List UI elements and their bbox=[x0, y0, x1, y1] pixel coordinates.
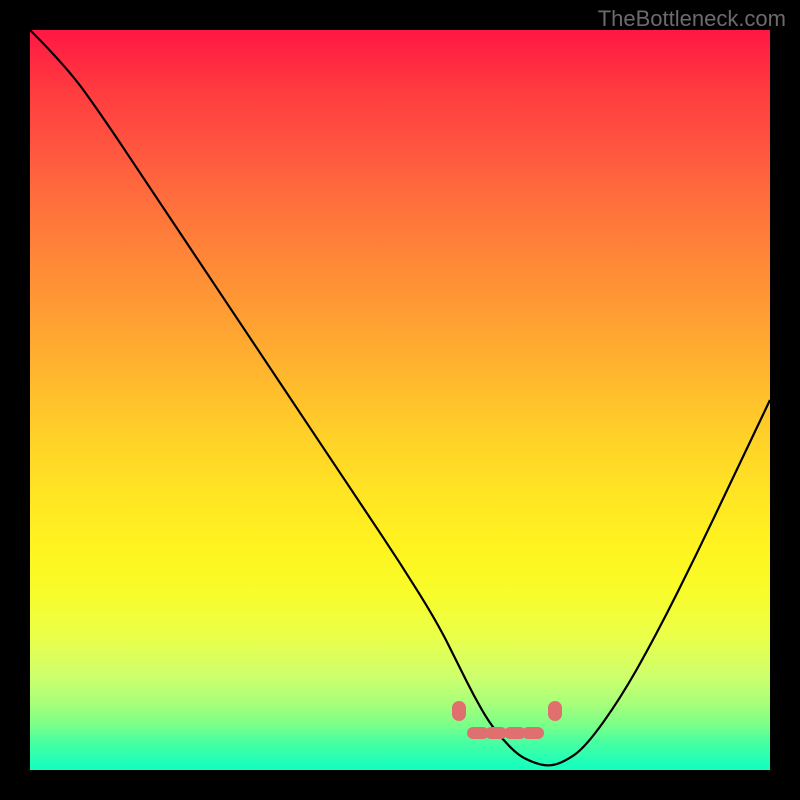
attribution-text: TheBottleneck.com bbox=[598, 6, 786, 32]
bottleneck-curve bbox=[30, 30, 770, 770]
range-marker-right bbox=[548, 701, 562, 721]
range-marker-left bbox=[452, 701, 466, 721]
chart-plot-area bbox=[30, 30, 770, 770]
range-marker-bottom-3 bbox=[522, 727, 544, 739]
